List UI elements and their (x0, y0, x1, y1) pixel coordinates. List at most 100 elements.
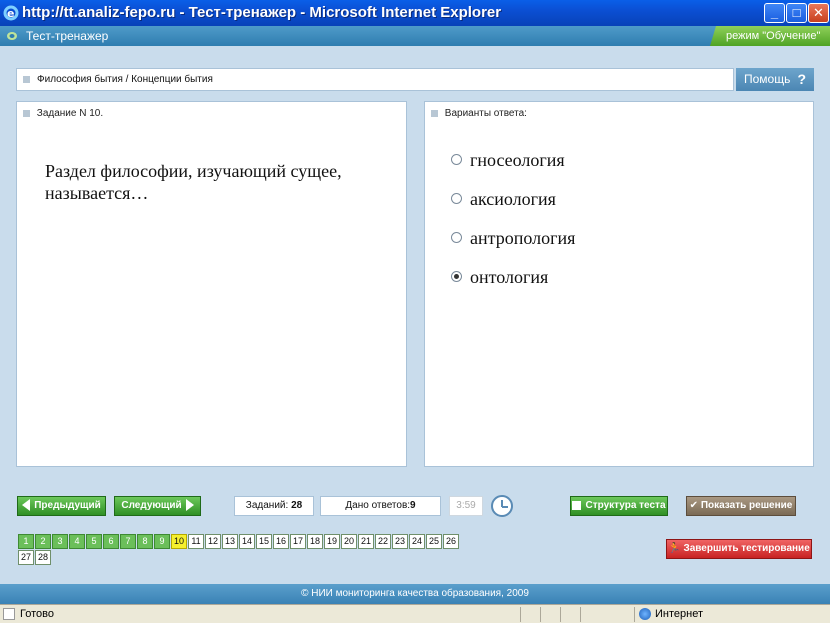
radio-button-selected[interactable] (451, 271, 462, 283)
task-number-cell[interactable]: 3 (52, 534, 68, 549)
runner-icon: 🏃 (668, 543, 681, 554)
answer-option[interactable]: антропология (451, 228, 575, 250)
tasks-counter: Заданий: 28 (234, 496, 314, 516)
question-text: Раздел философии, изучающий сущее, назыв… (45, 161, 342, 203)
task-number-cell[interactable]: 18 (307, 534, 323, 549)
answered-counter: Дано ответов:9 (320, 496, 441, 516)
help-label: Помощь (744, 72, 791, 86)
task-number-cell[interactable]: 8 (137, 534, 153, 549)
task-number-cell[interactable]: 2 (35, 534, 51, 549)
task-number-cell[interactable]: 13 (222, 534, 238, 549)
book-icon: ✔ (689, 500, 699, 511)
arrow-right-icon (185, 499, 194, 512)
task-number-cell[interactable]: 15 (256, 534, 272, 549)
radio-button[interactable] (451, 154, 462, 166)
window-titlebar: e http://tt.analiz-fepo.ru - Тест-тренаж… (0, 0, 830, 26)
footer: © НИИ мониторинга качества образования, … (0, 584, 830, 604)
task-number-cell[interactable]: 16 (273, 534, 289, 549)
show-solution-button[interactable]: ✔ Показать решение (686, 496, 796, 516)
task-number-cell[interactable]: 9 (154, 534, 170, 549)
prev-label: Предыдущий (34, 500, 101, 511)
tasks-label: Заданий: (245, 500, 289, 511)
task-number-cell[interactable]: 4 (69, 534, 85, 549)
breadcrumb: Философия бытия / Концепции бытия (16, 68, 734, 91)
finish-test-button[interactable]: 🏃 Завершить тестирование (666, 539, 812, 559)
task-number-cell[interactable]: 28 (35, 550, 51, 565)
status-divider (520, 607, 521, 622)
answer-label: гносеология (470, 150, 565, 170)
timer: 3:59 (449, 496, 483, 516)
task-number-cell[interactable]: 21 (358, 534, 374, 549)
bullet-icon (431, 109, 438, 117)
mode-badge: режим "Обучение" (710, 26, 830, 46)
status-divider (560, 607, 561, 622)
task-number: Задание N 10. (36, 108, 104, 119)
task-number-cell[interactable]: 10 (171, 534, 187, 549)
task-number-cell[interactable]: 17 (290, 534, 306, 549)
task-number-cell[interactable]: 23 (392, 534, 408, 549)
maximize-button[interactable]: □ (786, 3, 807, 23)
answer-label: аксиология (470, 189, 556, 209)
answers-panel: Варианты ответа: гносеология аксиология … (424, 101, 814, 467)
structure-label: Структура теста (585, 500, 666, 511)
answers-header-text: Варианты ответа: (444, 108, 527, 119)
answer-option[interactable]: гносеология (451, 150, 565, 172)
status-text: Готово (20, 608, 54, 620)
zone-text: Интернет (655, 608, 703, 620)
app-title: Тест-тренажер (26, 29, 109, 43)
task-number-cell[interactable]: 12 (205, 534, 221, 549)
bullet-icon (23, 109, 30, 117)
task-number-cell[interactable]: 27 (18, 550, 34, 565)
task-number-cell[interactable]: 11 (188, 534, 204, 549)
status-divider (580, 607, 581, 622)
task-number-cell[interactable]: 24 (409, 534, 425, 549)
task-number-cell[interactable]: 14 (239, 534, 255, 549)
internet-explorer-icon: e (3, 5, 19, 21)
status-bar: Готово Интернет (0, 604, 830, 623)
task-number-cell[interactable]: 5 (86, 534, 102, 549)
radio-button[interactable] (451, 232, 462, 244)
radio-button[interactable] (451, 193, 462, 205)
structure-icon (572, 500, 582, 510)
test-structure-button[interactable]: Структура теста (570, 496, 668, 516)
tasks-count: 28 (291, 500, 303, 511)
answer-label: антропология (470, 228, 576, 248)
answers-header: Варианты ответа: (431, 108, 527, 119)
window-title: http://tt.analiz-fepo.ru - Тест-тренажер… (22, 4, 502, 21)
app-header: Тест-тренажер (0, 26, 830, 46)
minimize-button[interactable]: _ (764, 3, 785, 23)
status-divider (634, 607, 635, 622)
task-number-cell[interactable]: 7 (120, 534, 136, 549)
task-number-cell[interactable]: 26 (443, 534, 459, 549)
breadcrumb-text: Философия бытия / Концепции бытия (37, 74, 213, 85)
internet-zone-icon (639, 608, 651, 620)
task-number-cell[interactable]: 22 (375, 534, 391, 549)
task-header: Задание N 10. (23, 108, 103, 119)
svg-text:e: e (7, 7, 14, 20)
task-number-cell[interactable]: 19 (324, 534, 340, 549)
finish-label: Завершить тестирование (683, 543, 810, 554)
answer-option[interactable]: онтология (451, 267, 548, 289)
arrow-left-icon (22, 499, 31, 512)
show-solution-label: Показать решение (700, 500, 793, 511)
help-button[interactable]: Помощь ? (736, 68, 814, 91)
answered-label: Дано ответов: (345, 500, 411, 511)
app-logo-icon (7, 32, 17, 40)
task-number-cell[interactable]: 20 (341, 534, 357, 549)
task-number-cell[interactable]: 25 (426, 534, 442, 549)
status-divider (540, 607, 541, 622)
next-button[interactable]: Следующий (114, 496, 201, 516)
prev-button[interactable]: Предыдущий (17, 496, 106, 516)
answer-option[interactable]: аксиология (451, 189, 556, 211)
task-panel: Задание N 10. Раздел философии, изучающи… (16, 101, 407, 467)
answer-label: онтология (470, 267, 549, 287)
clock-icon (491, 495, 513, 517)
answered-count: 9 (410, 500, 416, 511)
close-button[interactable]: ✕ (808, 3, 829, 23)
task-navigator: 1 2 3 4 5 6 7 8 9 10 11 12 13 14 15 16 17 18 19 20 21 22 23 24 2… (18, 534, 463, 566)
bullet-icon (23, 76, 30, 83)
help-icon: ? (797, 71, 806, 87)
task-number-cell[interactable]: 1 (18, 534, 34, 549)
task-number-cell[interactable]: 6 (103, 534, 119, 549)
next-label: Следующий (121, 500, 182, 511)
